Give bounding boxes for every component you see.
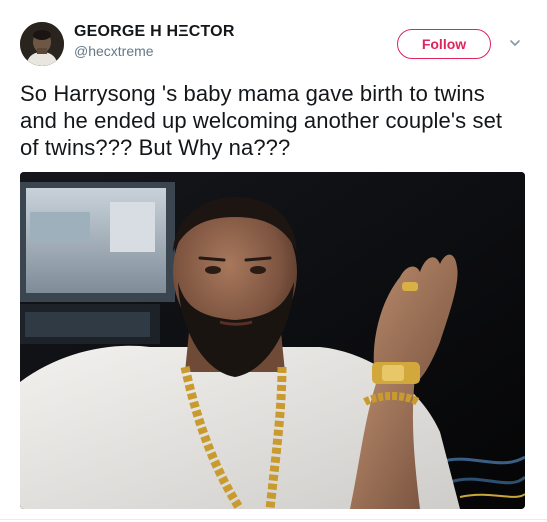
photo-image xyxy=(20,172,525,509)
chevron-down-icon[interactable] xyxy=(508,36,522,50)
tweet-photo[interactable] xyxy=(20,172,525,509)
follow-button[interactable]: Follow xyxy=(397,29,491,59)
avatar-image xyxy=(20,22,64,66)
tweet-card: GEORGE H HΞCTOR @hecxtreme Follow So Har… xyxy=(0,0,547,522)
username[interactable]: @hecxtreme xyxy=(74,42,235,60)
user-names: GEORGE H HΞCTOR @hecxtreme xyxy=(74,22,235,60)
tweet-header: GEORGE H HΞCTOR @hecxtreme Follow xyxy=(20,20,527,68)
tweet-text: So Harrysong 's baby mama gave birth to … xyxy=(20,81,503,160)
avatar[interactable] xyxy=(20,22,64,66)
divider xyxy=(0,519,547,520)
display-name[interactable]: GEORGE H HΞCTOR xyxy=(74,22,235,42)
